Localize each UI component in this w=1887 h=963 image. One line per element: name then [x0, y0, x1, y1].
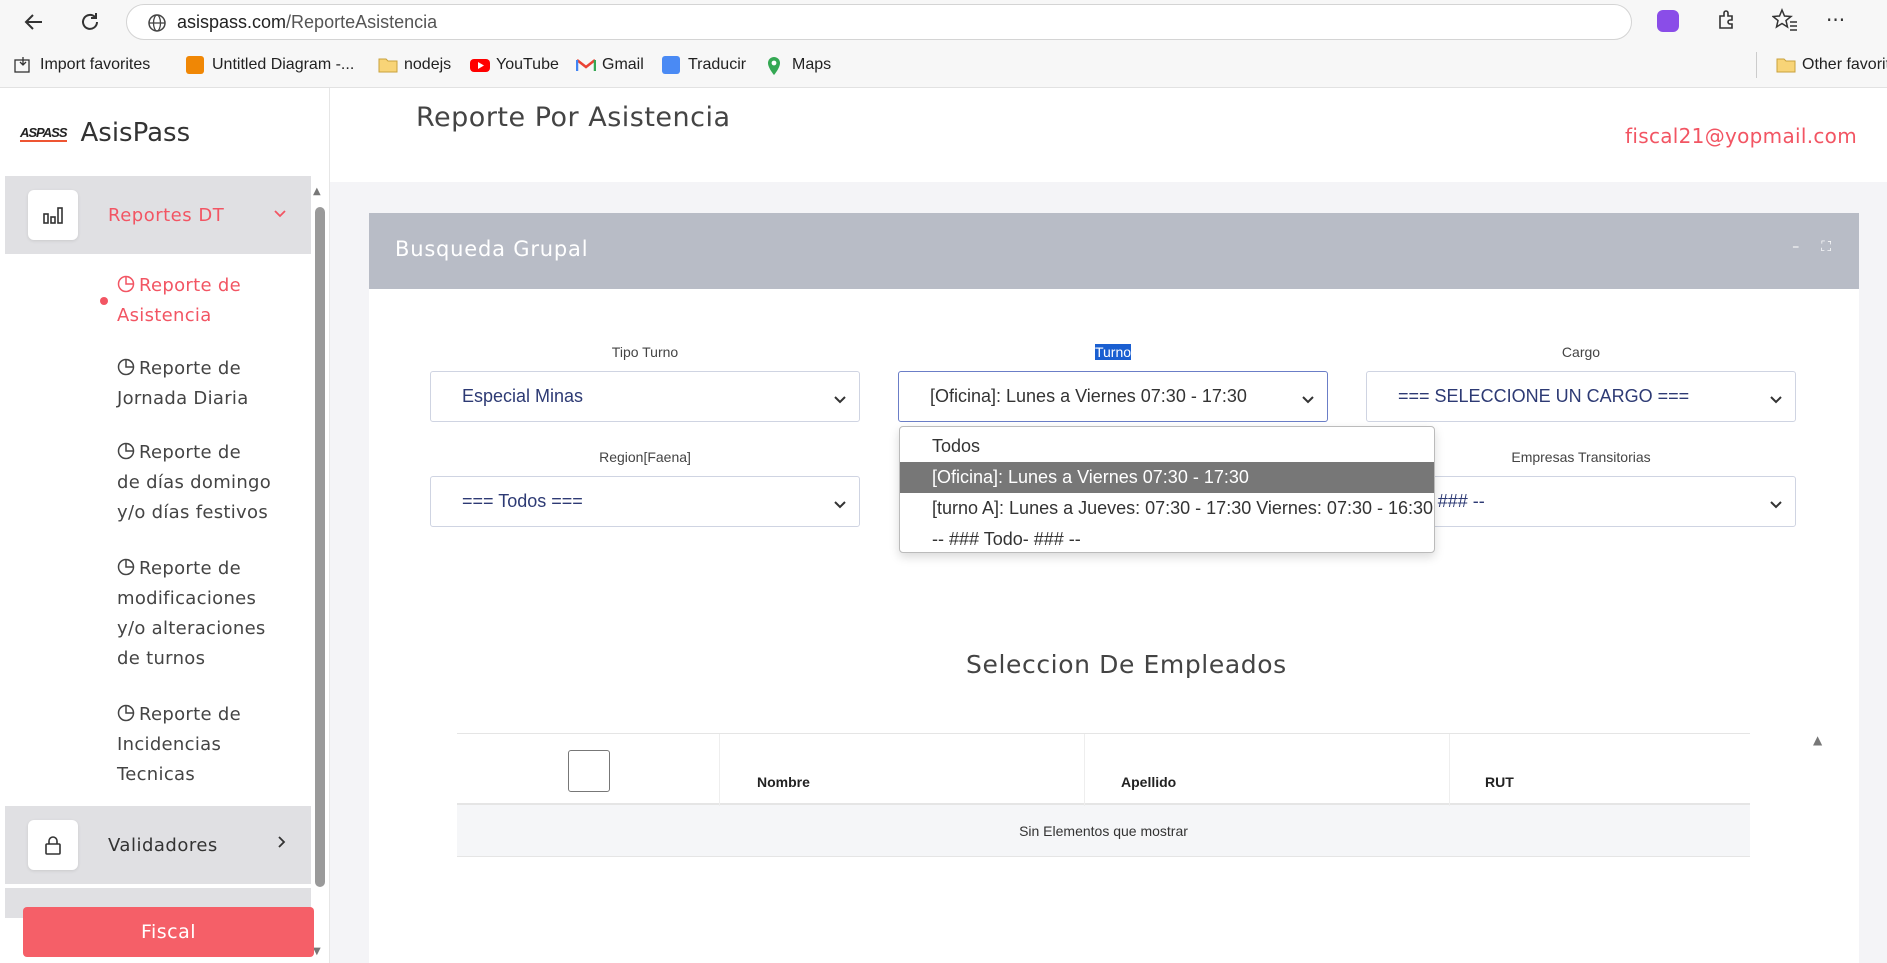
sidebar-item-reporte-incidencias[interactable]: Reporte de Incidencias Tecnicas: [117, 700, 287, 790]
empty-table-row: Sin Elementos que mostrar: [457, 805, 1750, 857]
address-bar[interactable]: asispass.com/ReporteAsistencia: [126, 4, 1632, 40]
bookmark-gmail[interactable]: Gmail: [575, 56, 644, 74]
bar-chart-icon: [28, 190, 78, 240]
turno-dropdown-list: Todos [Oficina]: Lunes a Viernes 07:30 -…: [899, 426, 1435, 553]
region-select[interactable]: === Todos ===: [430, 476, 860, 527]
favorites-icon[interactable]: [1771, 8, 1798, 36]
bookmark-maps[interactable]: Maps: [766, 56, 831, 75]
bookmark-untitled-diagram[interactable]: Untitled Diagram -...: [186, 56, 354, 74]
folder-icon: [378, 56, 398, 74]
turno-select[interactable]: [Oficina]: Lunes a Viernes 07:30 - 17:30: [898, 371, 1328, 422]
sidebar-scrollbar[interactable]: [315, 207, 325, 887]
import-icon: [14, 56, 32, 74]
sidebar: ASPASS AsisPass Reportes DT Reporte de A…: [0, 88, 330, 963]
fiscal-button[interactable]: Fiscal: [23, 907, 314, 957]
table-header: Nombre Apellido RUT: [457, 733, 1750, 806]
column-divider: [1449, 734, 1450, 806]
chevron-down-icon: [833, 494, 847, 515]
copilot-icon[interactable]: [1657, 10, 1679, 32]
panel-tools: – ⛶: [1792, 239, 1831, 255]
translate-icon: [662, 56, 680, 74]
sidebar-item-reporte-asistencia[interactable]: Reporte de Asistencia: [117, 271, 287, 331]
diagram-icon: [186, 56, 204, 74]
url-host: asispass.com: [177, 11, 287, 32]
pie-chart-icon: [117, 556, 135, 576]
bookmark-import-favorites[interactable]: Import favorites: [14, 56, 150, 74]
column-divider: [1084, 734, 1085, 806]
sidebar-scroll-down-icon[interactable]: ▼: [313, 946, 321, 957]
pie-chart-icon: [117, 273, 135, 293]
cargo-label: Cargo: [1561, 344, 1601, 360]
pie-chart-icon: [117, 356, 135, 376]
tipo-turno-label: Tipo Turno: [611, 344, 679, 360]
table-scroll-up-icon[interactable]: ▲: [1813, 733, 1822, 747]
page-header: Reporte Por Asistencia fiscal21@yopmail.…: [330, 88, 1887, 182]
chevron-down-icon: [1769, 494, 1783, 515]
menu-group-validadores[interactable]: Validadores: [5, 806, 311, 884]
employees-table: Nombre Apellido RUT Sin Elementos que mo…: [457, 733, 1750, 857]
sidebar-item-reporte-jornada-diaria[interactable]: Reporte de Jornada Diaria: [117, 354, 287, 414]
tipo-turno-select[interactable]: Especial Minas: [430, 371, 860, 422]
maps-icon: [766, 56, 784, 75]
pie-chart-icon: [117, 702, 135, 722]
turno-option[interactable]: -- ### Todo- ### --: [900, 524, 1434, 552]
menu-label-reportes-dt: Reportes DT: [108, 204, 225, 226]
panel-title: Busqueda Grupal: [395, 237, 589, 261]
column-header-apellido[interactable]: Apellido: [1121, 774, 1176, 790]
bookmark-traducir[interactable]: Traducir: [662, 56, 746, 74]
pie-chart-icon: [117, 440, 135, 460]
brand-logo: ASPASS: [20, 124, 67, 142]
extensions-icon[interactable]: [1714, 8, 1738, 36]
chevron-down-icon: [1769, 389, 1783, 410]
more-menu-icon[interactable]: ···: [1826, 8, 1845, 32]
menu-group-reportes-dt[interactable]: Reportes DT: [5, 176, 311, 254]
bookmark-youtube[interactable]: YouTube: [470, 56, 559, 74]
bookmark-divider: [1756, 52, 1757, 78]
reload-icon[interactable]: [76, 8, 104, 36]
globe-icon: [147, 13, 167, 38]
folder-icon: [1776, 56, 1796, 74]
sidebar-item-reporte-domingos-festivos[interactable]: Reporte de de días domingo y/o días fest…: [117, 438, 287, 528]
turno-option[interactable]: Todos: [900, 431, 1434, 462]
bookmarks-bar: Import favorites Untitled Diagram -... n…: [0, 44, 1887, 88]
gmail-icon: [575, 56, 597, 74]
brand-name: AsisPass: [80, 118, 191, 148]
sidebar-scroll-up-icon[interactable]: ▲: [313, 186, 321, 197]
user-email[interactable]: fiscal21@yopmail.com: [1625, 124, 1857, 148]
chevron-down-icon: [1301, 389, 1315, 410]
column-header-rut[interactable]: RUT: [1485, 774, 1514, 790]
minimize-icon[interactable]: –: [1792, 239, 1799, 255]
turno-label: Turno: [1094, 344, 1132, 360]
sidebar-item-reporte-modificaciones[interactable]: Reporte de modificaciones y/o alteracion…: [117, 554, 287, 674]
lock-icon: [28, 820, 78, 870]
menu-label-validadores: Validadores: [108, 834, 218, 856]
youtube-icon: [470, 56, 490, 74]
fullscreen-icon[interactable]: ⛶: [1821, 239, 1831, 255]
brand[interactable]: ASPASS AsisPass: [20, 118, 190, 148]
cargo-select[interactable]: === SELECCIONE UN CARGO ===: [1366, 371, 1796, 422]
bookmark-nodejs[interactable]: nodejs: [378, 56, 451, 74]
back-icon[interactable]: [20, 8, 48, 36]
page-title: Reporte Por Asistencia: [416, 102, 731, 133]
region-label: Region[Faena]: [599, 449, 691, 465]
column-header-nombre[interactable]: Nombre: [757, 774, 810, 790]
url-path: /ReporteAsistencia: [286, 11, 438, 32]
active-indicator-dot: [100, 297, 108, 305]
turno-option[interactable]: [turno A]: Lunes a Jueves: 07:30 - 17:30…: [900, 493, 1434, 524]
chevron-right-icon: [277, 834, 287, 853]
column-divider: [719, 734, 720, 806]
empty-message: Sin Elementos que mostrar: [1019, 822, 1188, 839]
chevron-down-icon: [833, 389, 847, 410]
employees-section-title: Seleccion De Empleados: [966, 650, 1287, 679]
panel-header: Busqueda Grupal – ⛶: [369, 213, 1859, 289]
select-all-checkbox[interactable]: [568, 750, 610, 792]
bookmark-other-favorites[interactable]: Other favorit: [1776, 56, 1887, 74]
browser-toolbar: asispass.com/ReporteAsistencia ···: [0, 0, 1887, 44]
turno-option-selected[interactable]: [Oficina]: Lunes a Viernes 07:30 - 17:30: [900, 462, 1434, 493]
chevron-down-icon: [273, 204, 287, 223]
